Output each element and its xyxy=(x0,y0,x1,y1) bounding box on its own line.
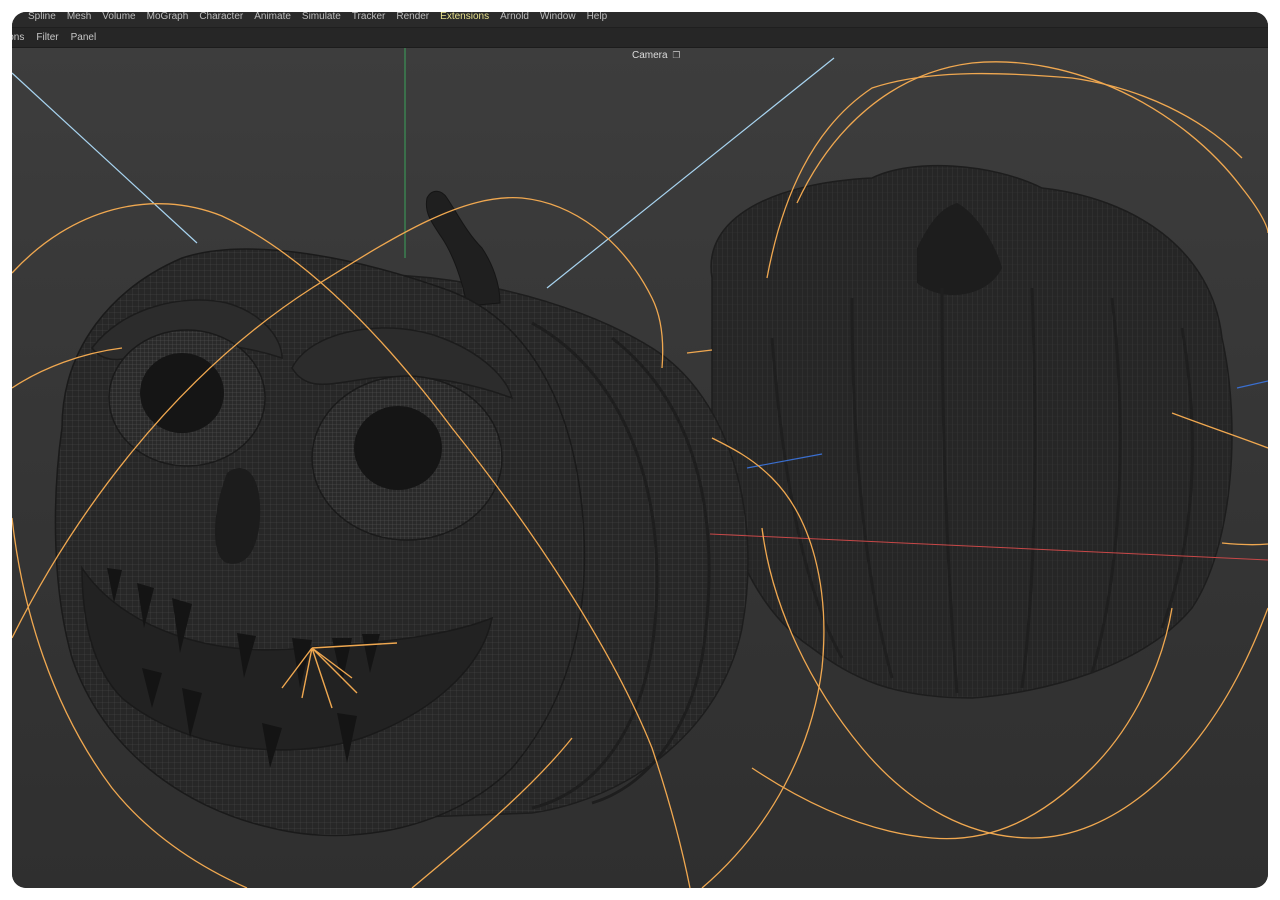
viewport-menu-ions[interactable]: ions xyxy=(12,31,24,44)
menu-window[interactable]: Window xyxy=(540,12,576,23)
viewport-menu-filter[interactable]: Filter xyxy=(36,31,58,44)
menu-spline[interactable]: Spline xyxy=(28,12,56,23)
application-window: Spline Mesh Volume MoGraph Character Animate S… xyxy=(12,12,1268,888)
viewport-scene[interactable] xyxy=(12,48,1268,888)
main-menubar: Spline Mesh Volume MoGraph Character Animate S… xyxy=(12,12,1268,28)
viewport-menu-panel[interactable]: Panel xyxy=(71,31,97,44)
menu-volume[interactable]: Volume xyxy=(102,12,135,23)
guide-line-left xyxy=(12,72,198,244)
viewport-menubar: ions Filter Panel xyxy=(12,28,1268,48)
menu-help[interactable]: Help xyxy=(587,12,608,23)
axis-z-right xyxy=(1236,380,1268,389)
pumpkin-left-jackolantern[interactable] xyxy=(54,190,749,837)
menu-animate[interactable]: Animate xyxy=(254,12,291,23)
camera-label-text: Camera xyxy=(632,50,668,61)
menu-mesh[interactable]: Mesh xyxy=(67,12,91,23)
menu-extensions[interactable]: Extensions xyxy=(440,12,489,23)
menu-arnold[interactable]: Arnold xyxy=(500,12,529,23)
menu-simulate[interactable]: Simulate xyxy=(302,12,341,23)
camera-icon[interactable]: ❐ xyxy=(672,50,680,61)
viewport-menu-items: ions Filter Panel xyxy=(12,31,108,44)
menu-mograph[interactable]: MoGraph xyxy=(147,12,189,23)
viewport-camera-label[interactable]: Camera ❐ xyxy=(632,50,680,61)
menu-tracker[interactable]: Tracker xyxy=(352,12,386,23)
3d-viewport[interactable]: Camera ❐ xyxy=(12,48,1268,888)
menu-render[interactable]: Render xyxy=(396,12,429,23)
menu-items: Spline Mesh Volume MoGraph Character Animate S… xyxy=(28,12,618,23)
menu-character[interactable]: Character xyxy=(199,12,243,23)
pumpkin-right[interactable] xyxy=(710,164,1233,699)
